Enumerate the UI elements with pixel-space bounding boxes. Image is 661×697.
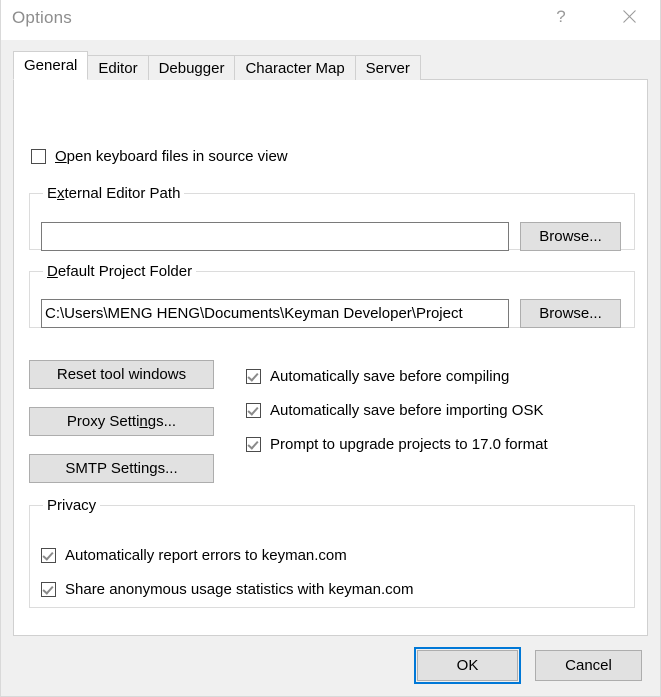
- close-x-icon: [622, 9, 636, 23]
- tab-server[interactable]: Server: [354, 55, 421, 80]
- tab-character-map[interactable]: Character Map: [234, 55, 356, 80]
- group-title-external-editor-path: External Editor Path: [43, 185, 185, 202]
- tab-editor[interactable]: Editor: [87, 55, 149, 80]
- tab-strip: General Editor Debugger Character Map Se…: [13, 51, 421, 80]
- smtp-settings-button[interactable]: SMTP Settings...: [29, 454, 214, 483]
- accelerator-char: x: [57, 185, 65, 202]
- external-editor-path-input[interactable]: [41, 222, 509, 251]
- help-button[interactable]: ?: [538, 0, 584, 32]
- default-project-folder-browse-button[interactable]: Browse...: [520, 299, 621, 328]
- proxy-settings-button[interactable]: Proxy Settings...: [29, 407, 214, 436]
- window-title: Options: [12, 8, 72, 27]
- close-button[interactable]: [606, 0, 652, 32]
- group-title-default-project-folder: Default Project Folder: [43, 263, 197, 280]
- proxy-settings-label: Proxy Settings...: [66, 413, 177, 430]
- checkbox-report-errors[interactable]: Automatically report errors to keyman.co…: [41, 547, 347, 564]
- checkbox-label: Share anonymous usage statistics with ke…: [65, 581, 414, 598]
- checkbox-indicator[interactable]: [246, 437, 261, 452]
- dialog-body: General Editor Debugger Character Map Se…: [1, 40, 660, 696]
- default-project-folder-input[interactable]: C:\Users\MENG HENG\Documents\Keyman Deve…: [41, 299, 509, 328]
- accelerator-char: n: [139, 413, 148, 430]
- accelerator-char: O: [55, 148, 67, 165]
- tab-page-general: Open keyboard files in source view Exter…: [13, 79, 648, 636]
- title-bar: Options ?: [1, 0, 660, 40]
- reset-tool-windows-button[interactable]: Reset tool windows: [29, 360, 214, 389]
- checkbox-auto-save-before-compiling[interactable]: Automatically save before compiling: [246, 368, 509, 385]
- external-editor-browse-button[interactable]: Browse...: [520, 222, 621, 251]
- checkbox-label: Automatically save before compiling: [270, 368, 510, 385]
- checkbox-indicator[interactable]: [246, 369, 261, 384]
- cancel-button[interactable]: Cancel: [535, 650, 642, 681]
- accelerator-char: D: [47, 263, 58, 280]
- ok-button[interactable]: OK: [414, 647, 521, 684]
- tab-general[interactable]: General: [13, 51, 89, 80]
- checkbox-label: Automatically report errors to keyman.co…: [65, 547, 347, 564]
- tab-debugger[interactable]: Debugger: [147, 55, 236, 80]
- checkbox-indicator[interactable]: [31, 149, 46, 164]
- checkbox-label: Automatically save before importing OSK: [270, 402, 544, 419]
- checkbox-auto-save-before-importing-osk[interactable]: Automatically save before importing OSK: [246, 402, 543, 419]
- question-mark-icon: ?: [556, 6, 566, 26]
- checkbox-label: Prompt to upgrade projects to 17.0 forma…: [270, 436, 548, 453]
- options-dialog: Options ? General Editor Debugger Charac…: [0, 0, 661, 697]
- checkbox-prompt-upgrade-projects[interactable]: Prompt to upgrade projects to 17.0 forma…: [246, 436, 548, 453]
- group-title-privacy: Privacy: [43, 497, 101, 514]
- checkbox-share-statistics[interactable]: Share anonymous usage statistics with ke…: [41, 581, 414, 598]
- checkbox-indicator[interactable]: [246, 403, 261, 418]
- checkbox-open-keyboard-files-source-view[interactable]: Open keyboard files in source view: [31, 148, 288, 165]
- checkbox-label: Open keyboard files in source view: [55, 148, 288, 165]
- checkbox-label-text: pen keyboard files in source view: [66, 148, 288, 165]
- checkbox-indicator[interactable]: [41, 582, 56, 597]
- checkbox-indicator[interactable]: [41, 548, 56, 563]
